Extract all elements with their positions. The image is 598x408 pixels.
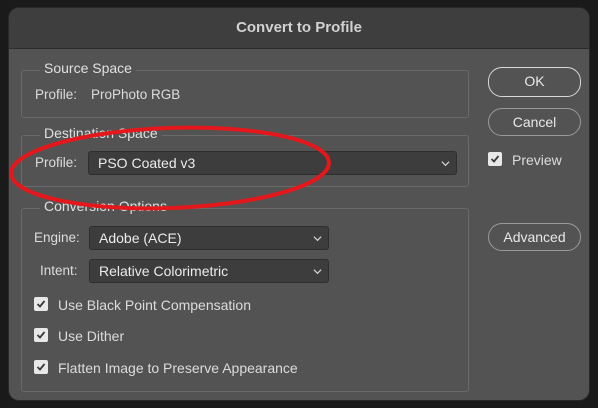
- checkmark-icon: [490, 155, 500, 163]
- cancel-button[interactable]: Cancel: [488, 108, 581, 136]
- use-dither-checkbox-row[interactable]: Use Dither: [34, 327, 334, 345]
- chevron-down-icon: [441, 161, 450, 167]
- flatten-image-label: Flatten Image to Preserve Appearance: [58, 360, 298, 376]
- engine-label: Engine:: [34, 230, 80, 245]
- use-dither-checkbox[interactable]: [34, 328, 48, 342]
- source-space-group: [21, 70, 469, 118]
- flatten-image-checkbox[interactable]: [34, 360, 48, 374]
- preview-checkbox-row[interactable]: Preview: [488, 151, 578, 169]
- advanced-button[interactable]: Advanced: [488, 223, 581, 251]
- black-point-compensation-label: Use Black Point Compensation: [58, 297, 251, 313]
- checkmark-icon: [36, 331, 46, 339]
- engine-select[interactable]: Adobe (ACE): [89, 226, 329, 250]
- preview-label: Preview: [512, 152, 562, 168]
- chevron-down-icon: [313, 269, 322, 275]
- checkmark-icon: [36, 300, 46, 308]
- source-profile-value: ProPhoto RGB: [91, 87, 181, 102]
- destination-profile-label: Profile:: [35, 155, 78, 170]
- dialog-title: Convert to Profile: [9, 8, 589, 49]
- intent-select[interactable]: Relative Colorimetric: [89, 259, 329, 283]
- source-profile-label: Profile:: [35, 87, 78, 102]
- chevron-down-icon: [313, 236, 322, 242]
- intent-selected: Relative Colorimetric: [99, 263, 229, 279]
- preview-checkbox[interactable]: [488, 152, 502, 166]
- destination-space-title: Destination Space: [40, 125, 162, 141]
- black-point-compensation-checkbox-row[interactable]: Use Black Point Compensation: [34, 296, 334, 314]
- engine-selected: Adobe (ACE): [99, 230, 182, 246]
- intent-label: Intent:: [40, 263, 78, 278]
- flatten-image-checkbox-row[interactable]: Flatten Image to Preserve Appearance: [34, 359, 354, 377]
- source-space-title: Source Space: [40, 60, 136, 76]
- destination-profile-select[interactable]: PSO Coated v3: [88, 151, 457, 175]
- use-dither-label: Use Dither: [58, 328, 125, 344]
- convert-to-profile-dialog: Convert to Profile Source Space Profile:…: [9, 8, 589, 400]
- ok-button[interactable]: OK: [488, 67, 581, 97]
- checkmark-icon: [36, 363, 46, 371]
- conversion-options-title: Conversion Options: [40, 198, 171, 214]
- black-point-compensation-checkbox[interactable]: [34, 297, 48, 311]
- destination-profile-selected: PSO Coated v3: [98, 155, 196, 171]
